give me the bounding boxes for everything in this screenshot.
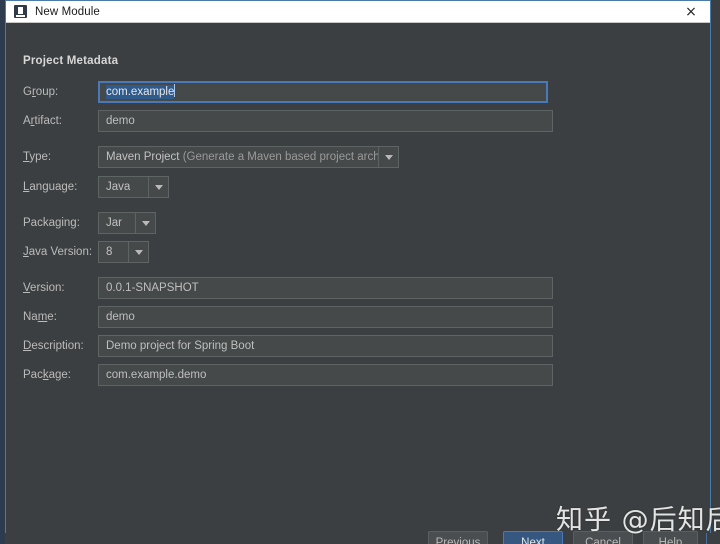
chevron-down-icon[interactable] — [135, 213, 155, 233]
package-label: Package: — [23, 369, 71, 381]
package-input[interactable]: com.example.demo — [98, 364, 553, 386]
name-label: Name: — [23, 311, 57, 323]
type-label: Type: — [23, 151, 52, 163]
chevron-down-icon[interactable] — [128, 242, 148, 262]
next-button[interactable]: Next — [503, 531, 563, 544]
description-label: Description: — [23, 340, 84, 352]
dialog-title: New Module — [35, 5, 100, 18]
java-version-combobox[interactable]: 8 — [98, 241, 149, 263]
module-icon — [14, 5, 27, 18]
packaging-label: Packaging: — [23, 217, 80, 229]
close-icon[interactable]: × — [678, 1, 704, 23]
java-version-label: Java Version: — [23, 246, 93, 258]
dialog-titlebar[interactable]: New Module × — [6, 1, 710, 23]
group-input[interactable]: com.example — [98, 81, 548, 103]
version-input[interactable]: 0.0.1-SNAPSHOT — [98, 277, 553, 299]
chevron-down-icon[interactable] — [148, 177, 168, 197]
language-combobox[interactable]: Java — [98, 176, 169, 198]
name-input[interactable]: demo — [98, 306, 553, 328]
screen-root: New Module × Project Metadata Group: com… — [0, 0, 720, 544]
artifact-input[interactable]: demo — [98, 110, 553, 132]
previous-button[interactable]: Previous — [428, 531, 488, 544]
chevron-down-icon[interactable] — [378, 147, 398, 167]
version-label: Version: — [23, 282, 65, 294]
packaging-combobox[interactable]: Jar — [98, 212, 156, 234]
group-label: Group: — [23, 86, 59, 98]
dialog-body: Project Metadata Group: com.example Arti… — [6, 23, 710, 544]
type-combobox[interactable]: Maven Project (Generate a Maven based pr… — [98, 146, 399, 168]
new-module-dialog: New Module × Project Metadata Group: com… — [5, 0, 711, 544]
cancel-button[interactable]: Cancel — [573, 531, 633, 544]
language-combobox-value: Java — [106, 181, 131, 193]
description-input[interactable]: Demo project for Spring Boot — [98, 335, 553, 357]
help-button[interactable]: Help — [643, 531, 698, 544]
packaging-combobox-value: Jar — [106, 217, 122, 229]
java-version-combobox-value: 8 — [106, 246, 113, 258]
page-title: Project Metadata — [23, 55, 119, 67]
language-label: Language: — [23, 181, 78, 193]
type-combobox-value: Maven Project (Generate a Maven based pr… — [106, 151, 378, 163]
artifact-label: Artifact: — [23, 115, 62, 127]
